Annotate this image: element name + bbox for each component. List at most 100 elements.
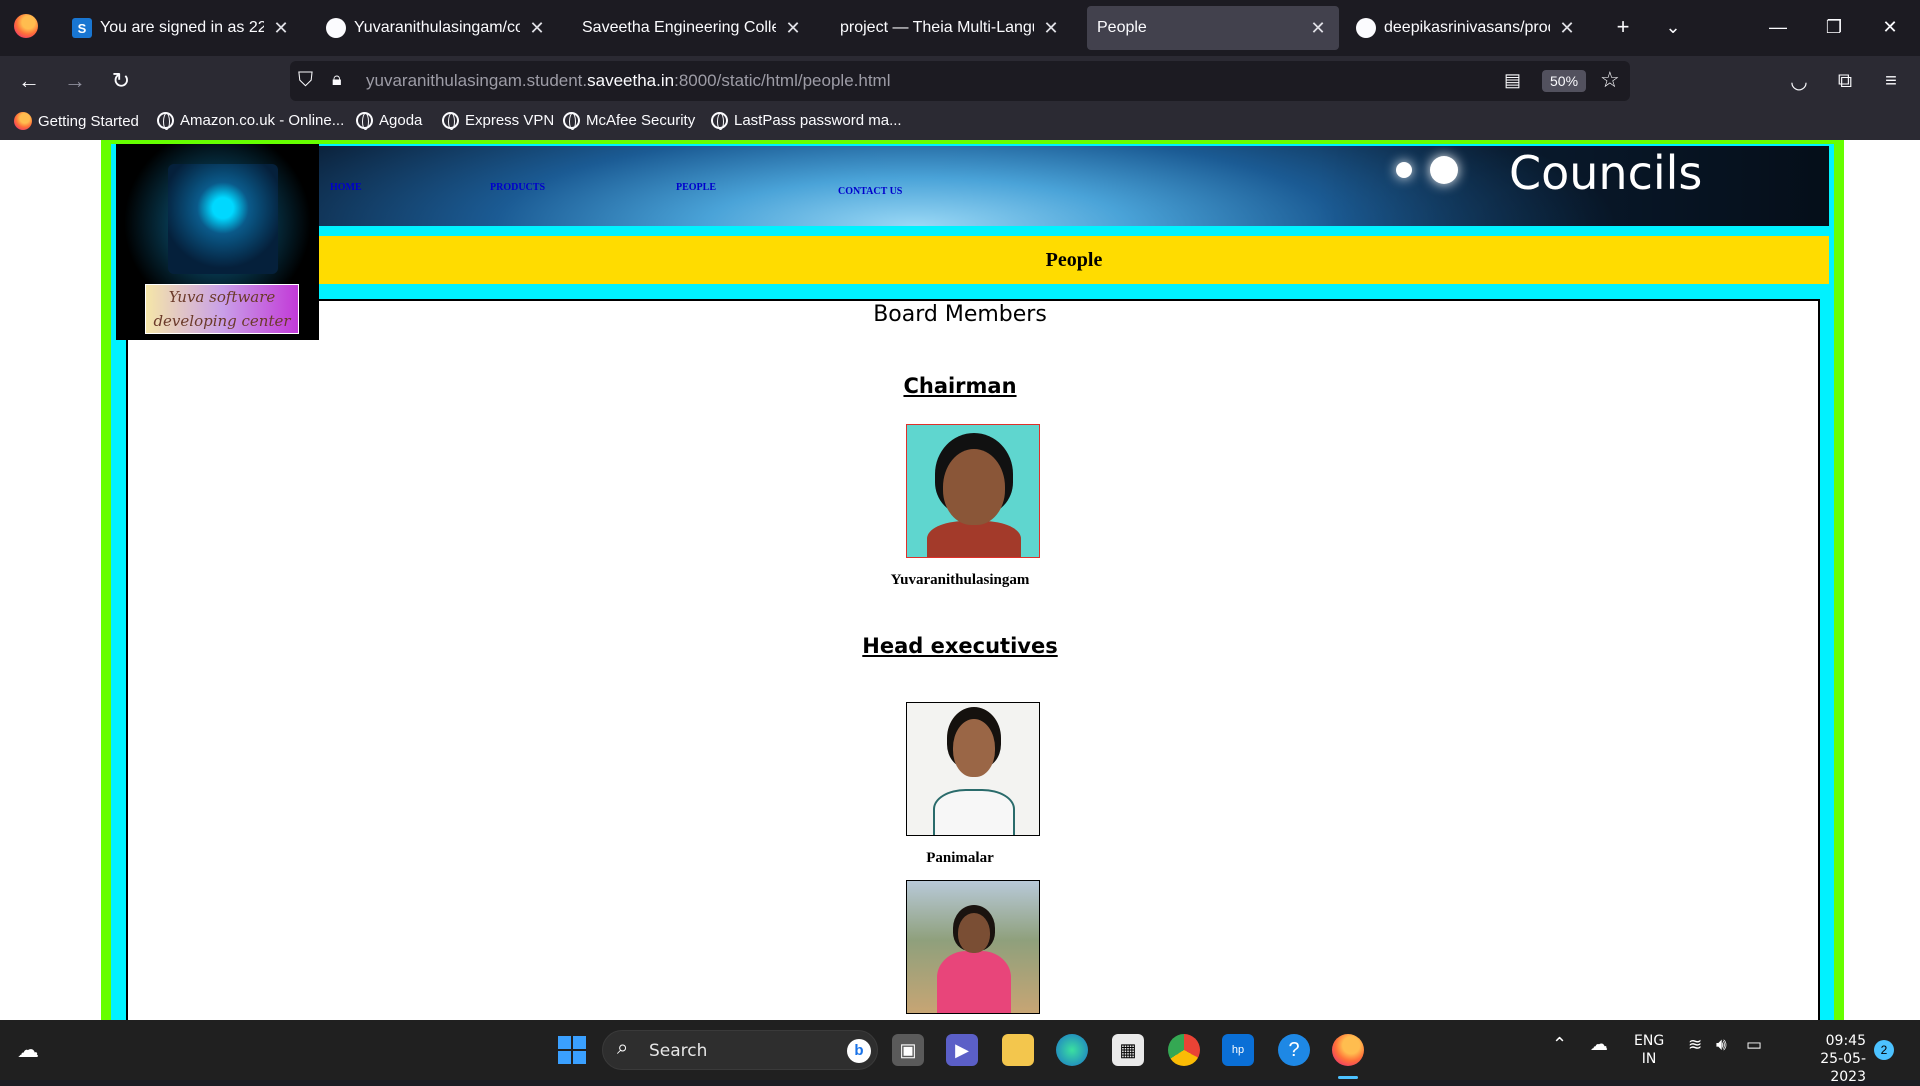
close-icon[interactable]: ✕: [782, 18, 804, 39]
clock-date: 25-05-2023: [1820, 1051, 1866, 1085]
search-label: Search: [649, 1041, 708, 1061]
url-suffix: :8000/static/html/people.html: [674, 71, 891, 90]
s-icon: S: [72, 18, 92, 38]
wifi-icon[interactable]: ≋: [1688, 1036, 1702, 1054]
nav-link-products[interactable]: PRODUCTS: [490, 182, 545, 193]
close-window-icon[interactable]: ✕: [1870, 10, 1910, 44]
pocket-icon[interactable]: ◡: [1782, 64, 1816, 98]
new-tab-icon[interactable]: +: [1608, 12, 1638, 42]
windows-start-icon[interactable]: [556, 1034, 588, 1066]
bookmark-label: Agoda: [379, 112, 423, 129]
file-explorer-icon[interactable]: [1002, 1034, 1034, 1066]
bookmarks-toolbar: Getting Started Amazon.co.uk - Online...…: [0, 106, 1920, 140]
forward-arrow-icon[interactable]: →: [58, 64, 92, 98]
taskbar-search-box[interactable]: ⌕ Search b: [602, 1030, 878, 1070]
banner-councils-text: Councils: [1509, 146, 1703, 200]
tab-people[interactable]: People ✕: [1087, 6, 1339, 50]
back-arrow-icon[interactable]: ←: [12, 64, 46, 98]
bookmark-agoda[interactable]: Agoda: [356, 112, 423, 130]
tab-title: Saveetha Engineering College: [582, 19, 776, 36]
globe-icon: [157, 112, 174, 130]
microsoft-store-icon[interactable]: ▦: [1112, 1034, 1144, 1066]
chairman-name: Yuvaranithulasingam: [890, 572, 1030, 588]
url-prefix: yuvaranithulasingam.student.: [366, 71, 588, 90]
globe-icon: [711, 112, 728, 130]
board-members-heading: Board Members: [873, 302, 1047, 327]
zoom-level-button[interactable]: 50%: [1542, 70, 1587, 92]
nav-link-home[interactable]: HOME: [330, 182, 362, 193]
photo-body: [933, 789, 1015, 835]
nav-link-people[interactable]: PEOPLE: [676, 182, 716, 193]
photo-face: [953, 719, 995, 777]
url-bar[interactable]: ⛉ 🔒︎ yuvaranithulasingam.student.saveeth…: [290, 61, 1630, 101]
photo-face: [943, 449, 1005, 525]
bookmark-label: Getting Started: [38, 112, 139, 130]
chairman-photo: [906, 424, 1040, 558]
nav-link-contact-us[interactable]: CONTACT US: [838, 186, 902, 197]
photo-face: [958, 913, 990, 953]
photo-body: [937, 951, 1011, 1013]
language-indicator[interactable]: ENG IN: [1634, 1032, 1664, 1068]
photo-body: [927, 521, 1021, 557]
shield-icon[interactable]: ⛉: [298, 69, 313, 92]
firefox-view-icon[interactable]: [14, 14, 38, 38]
tab-signed-in[interactable]: S You are signed in as 22009… ✕: [62, 6, 302, 50]
close-icon[interactable]: ✕: [1556, 18, 1578, 39]
volume-icon[interactable]: 🔊︎: [1716, 1036, 1727, 1054]
notification-badge[interactable]: 2: [1874, 1040, 1894, 1060]
url-text[interactable]: yuvaranithulasingam.student.saveetha.in:…: [366, 71, 891, 91]
bookmark-lastpass[interactable]: LastPass password ma...: [711, 112, 902, 130]
list-tabs-chevron-icon[interactable]: ⌄: [1658, 12, 1688, 42]
lock-icon[interactable]: 🔒︎: [332, 69, 342, 90]
region-code: IN: [1641, 1051, 1657, 1067]
navigation-toolbar: ← → ↻ ⛉ 🔒︎ yuvaranithulasingam.student.s…: [0, 56, 1920, 106]
clock[interactable]: 09:45 25-05-2023: [1786, 1032, 1866, 1086]
close-icon[interactable]: ✕: [270, 18, 292, 39]
bing-icon[interactable]: b: [847, 1039, 871, 1063]
executive-photo: [906, 880, 1040, 1014]
myhp-icon[interactable]: hp: [1222, 1034, 1254, 1066]
active-app-indicator: [1338, 1076, 1358, 1079]
reload-icon[interactable]: ↻: [104, 64, 138, 98]
bookmark-express-vpn[interactable]: Express VPN: [442, 112, 555, 130]
minimize-icon[interactable]: —: [1758, 10, 1798, 44]
tab-title: You are signed in as 22009…: [100, 19, 264, 36]
page-title: People: [1045, 249, 1103, 271]
task-view-icon[interactable]: ▣: [892, 1034, 924, 1066]
restore-icon[interactable]: ❐: [1814, 10, 1854, 44]
weather-cloud-icon[interactable]: ☁: [12, 1034, 44, 1066]
close-icon[interactable]: ✕: [1040, 18, 1062, 39]
app-menu-icon[interactable]: ≡: [1874, 64, 1908, 98]
chairman-heading: Chairman: [903, 374, 1017, 398]
globe-icon: [356, 112, 373, 130]
chrome-icon[interactable]: [1168, 1034, 1200, 1066]
globe-icon: [563, 112, 580, 130]
reader-view-icon[interactable]: ▤: [1504, 70, 1521, 91]
bookmark-label: Express VPN: [465, 112, 555, 129]
bookmark-mcafee[interactable]: McAfee Security: [563, 112, 696, 130]
edge-icon[interactable]: [1056, 1034, 1088, 1066]
tab-github-cover[interactable]: Yuvaranithulasingam/cover ✕: [316, 6, 558, 50]
teams-chat-icon[interactable]: ▶: [946, 1034, 978, 1066]
bookmark-getting-started[interactable]: Getting Started: [14, 112, 139, 130]
firefox-taskbar-icon[interactable]: [1332, 1034, 1364, 1066]
tab-title: People: [1097, 19, 1147, 36]
battery-icon[interactable]: ▭: [1746, 1036, 1762, 1054]
head-executives-heading: Head executives: [862, 634, 1058, 658]
header-banner: Councils HOME PRODUCTS PEOPLE CONTACT US: [116, 146, 1829, 226]
extensions-icon[interactable]: ⧉: [1828, 64, 1862, 98]
tab-github-product[interactable]: deepikasrinivasans/product ✕: [1346, 6, 1588, 50]
bookmark-label: McAfee Security: [586, 112, 696, 129]
onedrive-cloud-icon[interactable]: ☁: [1590, 1036, 1608, 1054]
tab-strip: S You are signed in as 22009… ✕ Yuvarani…: [0, 0, 1920, 56]
firefox-icon: [14, 112, 32, 130]
tab-theia-project[interactable]: project — Theia Multi-Language ✕: [830, 6, 1072, 50]
star-bookmark-icon[interactable]: ☆: [1600, 67, 1620, 93]
close-icon[interactable]: ✕: [526, 18, 548, 39]
chevron-up-icon[interactable]: ⌃: [1552, 1036, 1567, 1054]
globe-icon: [442, 112, 459, 130]
tab-saveetha[interactable]: Saveetha Engineering College ✕: [572, 6, 814, 50]
get-help-icon[interactable]: ?: [1278, 1034, 1310, 1066]
close-icon[interactable]: ✕: [1307, 18, 1329, 39]
bookmark-amazon[interactable]: Amazon.co.uk - Online...: [157, 112, 344, 130]
